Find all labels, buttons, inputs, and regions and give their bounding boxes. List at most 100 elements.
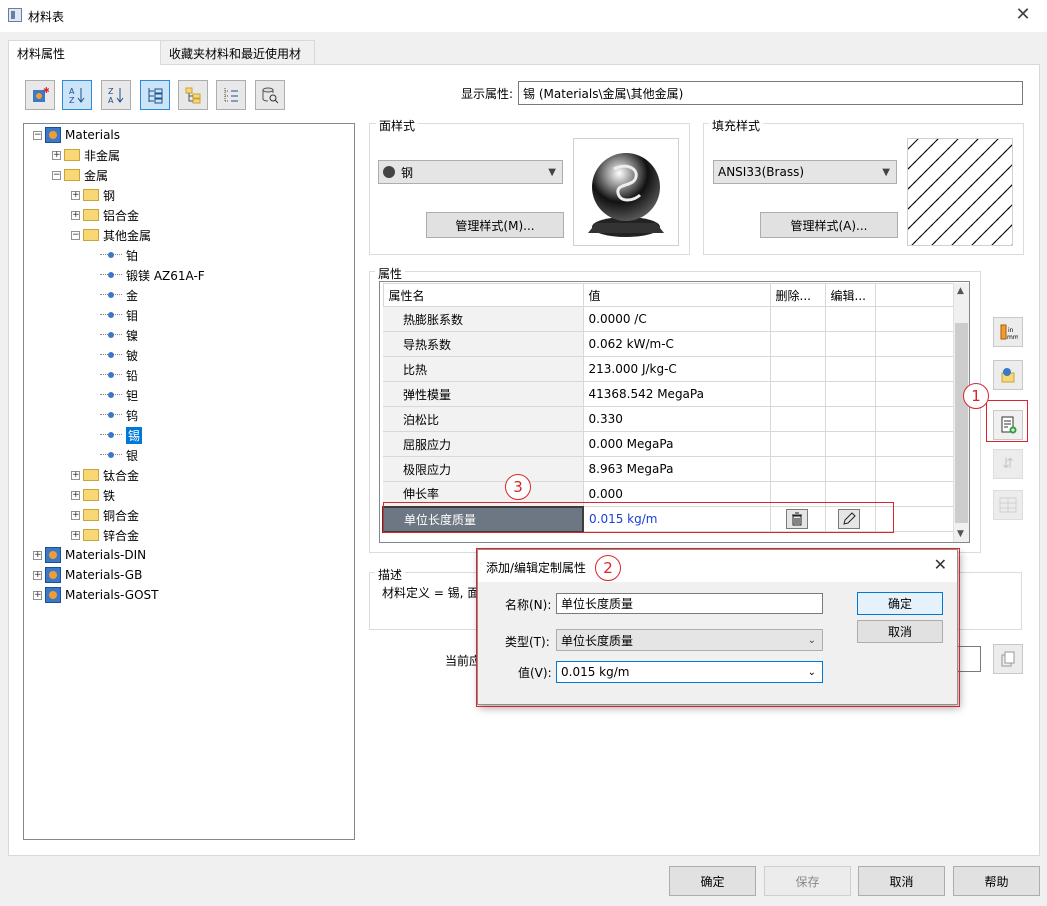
name-field[interactable]: 单位长度质量 xyxy=(556,593,823,614)
prop-value[interactable]: 41368.542 MegaPa xyxy=(583,381,771,407)
table-row[interactable]: 极限应力 8.963 MegaPa xyxy=(383,456,954,482)
tree-leaf[interactable]: 铅 xyxy=(126,367,138,384)
dialog-ok-button[interactable]: 确定 xyxy=(857,592,943,615)
tree-node-other-metal[interactable]: 其他金属 xyxy=(103,227,151,244)
help-button[interactable]: 帮助 xyxy=(953,866,1040,896)
tree-node-titanium[interactable]: 钛合金 xyxy=(103,467,139,484)
column-filler xyxy=(875,283,954,307)
search-database-icon[interactable] xyxy=(255,80,285,110)
close-icon[interactable]: ✕ xyxy=(1011,4,1035,26)
tree-node-din[interactable]: Materials-DIN xyxy=(65,548,146,562)
tree-node-metal[interactable]: 金属 xyxy=(84,167,108,184)
expand-icon[interactable]: + xyxy=(71,530,80,540)
expand-icon[interactable]: + xyxy=(71,190,80,200)
expand-icon[interactable]: + xyxy=(33,590,42,600)
prop-value[interactable]: 0.062 kW/m-C xyxy=(583,331,771,357)
expand-icon[interactable]: + xyxy=(33,570,42,580)
tree-leaf[interactable]: 钼 xyxy=(126,307,138,324)
display-field[interactable]: 锡 (Materials\金属\其他金属) xyxy=(518,81,1023,105)
tree-leaf[interactable]: 金 xyxy=(126,287,138,304)
tree-leaf[interactable]: 铍 xyxy=(126,347,138,364)
column-delete-header[interactable]: 删除... xyxy=(769,283,826,307)
tree-node-nonmetal[interactable]: 非金属 xyxy=(84,147,120,164)
prop-name: 极限应力 xyxy=(383,456,584,482)
disabled-tool-icon[interactable]: ⇵ xyxy=(993,449,1023,479)
tree-node-steel[interactable]: 钢 xyxy=(103,187,115,204)
prop-value[interactable]: 0.330 xyxy=(583,406,771,432)
tab-material-properties[interactable]: 材料属性 xyxy=(8,40,161,65)
new-material-icon[interactable]: ✱ xyxy=(25,80,55,110)
table-row[interactable]: 比热 213.000 J/kg-C xyxy=(383,356,954,382)
table-row[interactable]: 导热系数 0.062 kW/m-C xyxy=(383,331,954,357)
collapse-icon[interactable]: − xyxy=(71,230,80,240)
ok-button[interactable]: 确定 xyxy=(669,866,756,896)
cancel-button[interactable]: 取消 xyxy=(858,866,945,896)
expand-icon[interactable]: + xyxy=(71,470,80,480)
type-combo[interactable]: 单位长度质量 ⌄ xyxy=(556,629,823,651)
prop-value[interactable]: 213.000 J/kg-C xyxy=(583,356,771,382)
scroll-down-icon[interactable]: ▼ xyxy=(957,529,964,539)
tree-leaf[interactable]: 钽 xyxy=(126,387,138,404)
svg-text:✱: ✱ xyxy=(43,86,49,95)
column-name-header[interactable]: 属性名 xyxy=(382,283,584,307)
table-row[interactable]: 弹性模量 41368.542 MegaPa xyxy=(383,381,954,407)
type-value: 单位长度质量 xyxy=(561,633,634,648)
column-edit-header[interactable]: 编辑... xyxy=(824,283,876,307)
tree-leaf[interactable]: 银 xyxy=(126,447,138,464)
title-bar: 材料表 ✕ xyxy=(0,0,1047,32)
table-row[interactable]: 屈服应力 0.000 MegaPa xyxy=(383,431,954,457)
save-button[interactable]: 保存 xyxy=(764,866,851,896)
expand-icon[interactable]: + xyxy=(71,490,80,500)
collapse-icon[interactable]: − xyxy=(52,170,61,180)
expand-icon[interactable]: + xyxy=(71,210,80,220)
prop-name: 比热 xyxy=(383,356,584,382)
expand-tree-icon[interactable] xyxy=(178,80,208,110)
copy-icon[interactable] xyxy=(993,644,1023,674)
face-style-value: 钢 xyxy=(401,165,414,180)
tree-node-materials[interactable]: Materials xyxy=(65,128,120,142)
expand-icon[interactable]: + xyxy=(52,150,61,160)
sort-az-icon[interactable]: AZ xyxy=(62,80,92,110)
collapse-icon[interactable]: − xyxy=(33,130,42,140)
material-location-icon[interactable] xyxy=(993,360,1023,390)
callout-box-3 xyxy=(383,502,894,533)
properties-scrollbar[interactable]: ▲ ▼ xyxy=(953,283,969,542)
face-style-combo[interactable]: 钢 ▼ xyxy=(378,160,563,184)
tree-node-copper[interactable]: 铜合金 xyxy=(103,507,139,524)
table-row[interactable]: 热膨胀系数 0.0000 /C xyxy=(383,306,954,332)
expand-icon[interactable]: + xyxy=(71,510,80,520)
tree-node-gost[interactable]: Materials-GOST xyxy=(65,588,158,602)
tab-favorites[interactable]: 收藏夹材料和最近使用材料 xyxy=(160,40,315,78)
material-tree[interactable]: − Materials + 非金属 − 金属 + 钢 + 铝合金 − 其他金属 铂 锻镁 A… xyxy=(23,123,355,840)
scroll-up-icon[interactable]: ▲ xyxy=(957,286,964,296)
scrollbar-thumb[interactable] xyxy=(955,323,968,523)
units-icon[interactable]: in mm xyxy=(993,317,1023,347)
grid-icon[interactable] xyxy=(993,490,1023,520)
value-combo[interactable]: 0.015 kg/m ⌄ xyxy=(556,661,823,683)
column-value-header[interactable]: 值 xyxy=(582,283,771,307)
material-icon xyxy=(100,351,122,359)
tree-node-iron[interactable]: 铁 xyxy=(103,487,115,504)
tree-node-gb[interactable]: Materials-GB xyxy=(65,568,142,582)
tree-leaf[interactable]: 铂 xyxy=(126,247,138,264)
manage-fill-style-button[interactable]: 管理样式(A)... xyxy=(760,212,898,238)
expand-icon[interactable]: + xyxy=(33,550,42,560)
collapse-tree-icon[interactable] xyxy=(216,80,246,110)
prop-value[interactable]: 0.000 MegaPa xyxy=(583,431,771,457)
tree-leaf[interactable]: 钨 xyxy=(126,407,138,424)
prop-value[interactable]: 8.963 MegaPa xyxy=(583,456,771,482)
tree-node-aluminum[interactable]: 铝合金 xyxy=(103,207,139,224)
table-row[interactable]: 泊松比 0.330 xyxy=(383,406,954,432)
prop-value[interactable]: 0.0000 /C xyxy=(583,306,771,332)
manage-face-style-button[interactable]: 管理样式(M)... xyxy=(426,212,564,238)
tree-view-icon[interactable] xyxy=(140,80,170,110)
dialog-cancel-button[interactable]: 取消 xyxy=(857,620,943,643)
sphere-icon xyxy=(383,166,395,178)
tree-leaf[interactable]: 镍 xyxy=(126,327,138,344)
tree-node-zinc[interactable]: 锌合金 xyxy=(103,527,139,544)
fill-style-combo[interactable]: ANSI33(Brass) ▼ xyxy=(713,160,897,184)
sort-za-icon[interactable]: ZA xyxy=(101,80,131,110)
tree-leaf[interactable]: 锻镁 AZ61A-F xyxy=(126,267,205,284)
tree-leaf-selected[interactable]: 锡 xyxy=(126,426,143,444)
svg-text:A: A xyxy=(108,96,114,105)
